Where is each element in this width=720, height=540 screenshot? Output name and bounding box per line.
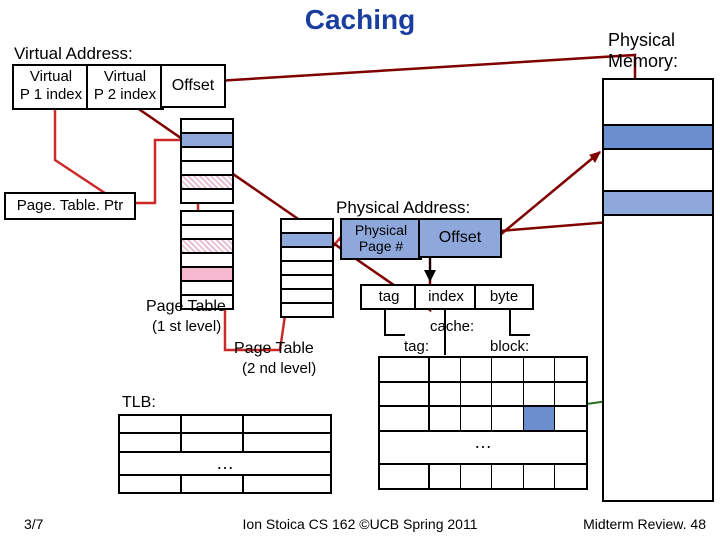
cache-byte-text: byte xyxy=(490,288,518,305)
virtual-address-heading: Virtual Address: xyxy=(14,44,133,64)
cache-ellipsis: … xyxy=(380,430,586,464)
cache-index-text: index xyxy=(428,288,464,305)
va-p2-box: Virtual P 2 index xyxy=(86,64,164,110)
cache-tag-label: tag: xyxy=(404,338,429,355)
page-table-1-sub: (1 st level) xyxy=(152,318,221,335)
physical-memory-label: Physical Memory: xyxy=(608,30,678,72)
page-table-1-label: Page Table xyxy=(146,298,226,316)
footer-right: Midterm Review. 48 xyxy=(583,516,706,532)
page-table-1 xyxy=(180,118,234,204)
page-table-1-lower xyxy=(180,210,234,310)
cache-tag-text: tag xyxy=(379,288,400,305)
physical-memory xyxy=(602,78,714,502)
cache-cache-label: cache: xyxy=(430,318,474,335)
va-p2-text: Virtual P 2 index xyxy=(94,68,156,103)
va-offset-box: Offset xyxy=(160,64,226,108)
page-table-2-sub: (2 nd level) xyxy=(242,360,316,377)
va-p1-box: Virtual P 1 index xyxy=(12,64,90,110)
tlb-table: … xyxy=(118,414,332,494)
pa-offset-text: Offset xyxy=(439,229,481,246)
cache-index-box: index xyxy=(414,284,478,310)
tlb-label: TLB: xyxy=(122,394,156,412)
pa-offset-box: Offset xyxy=(418,218,502,258)
tlb-ellipsis: … xyxy=(120,451,330,474)
page-table-2 xyxy=(280,218,334,318)
cache-table-outer: … xyxy=(378,356,588,490)
page-table-ptr-box: Page. Table. Ptr xyxy=(4,192,136,220)
page-table-2-label: Page Table xyxy=(234,340,314,358)
va-p1-text: Virtual P 1 index xyxy=(20,68,82,103)
pa-page-text: Physical Page # xyxy=(355,222,407,254)
cache-block-label: block: xyxy=(490,338,529,355)
cache-byte-box: byte xyxy=(474,284,534,310)
physical-address-heading: Physical Address: xyxy=(336,198,470,218)
va-offset-text: Offset xyxy=(172,77,214,94)
pa-page-box: Physical Page # xyxy=(340,218,422,260)
cache-tag-box: tag xyxy=(360,284,418,310)
page-table-ptr-text: Page. Table. Ptr xyxy=(17,197,123,214)
